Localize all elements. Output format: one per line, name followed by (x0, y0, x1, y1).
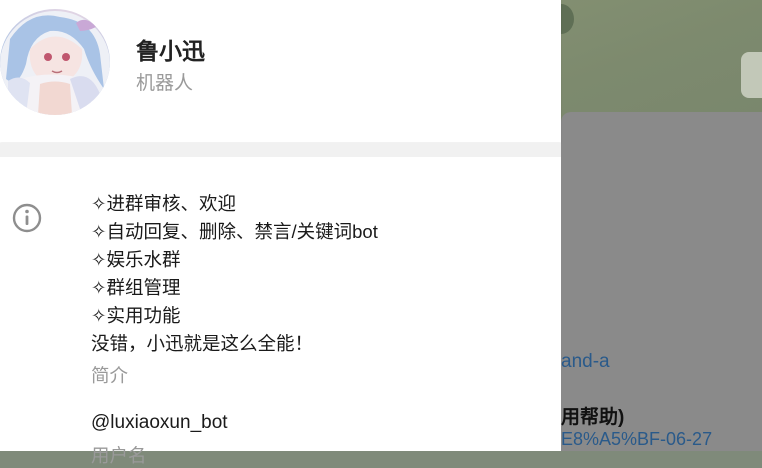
info-icon (12, 203, 42, 233)
chat-message-bubble (561, 112, 762, 451)
bio-text: ✧进群审核、欢迎 ✧自动回复、删除、禁言/关键词bot ✧娱乐水群 ✧群组管理 … (91, 190, 551, 358)
chat-side-button[interactable] (741, 52, 762, 98)
section-divider (0, 143, 561, 157)
bio-line: ✧进群审核、欢迎 (91, 193, 237, 214)
profile-name: 鲁小迅 (136, 39, 205, 65)
username-value[interactable]: @luxiaoxun_bot (91, 412, 228, 434)
chat-link-fragment[interactable]: and-a (561, 351, 610, 373)
bio-line: 没错，小迅就是这么全能！ (91, 333, 314, 354)
chat-bold-text: 用帮助) (561, 407, 625, 428)
username-label: 用户名 (91, 445, 147, 466)
bio-line: ✧群组管理 (91, 277, 181, 298)
bio-line: ✧实用功能 (91, 305, 181, 326)
profile-header: 鲁小迅 机器人 (0, 0, 561, 142)
chat-link-fragment-2[interactable]: E8%A5%BF-06-27 (561, 429, 712, 450)
avatar-image (0, 11, 110, 115)
profile-type-label: 机器人 (136, 72, 194, 94)
bio-label: 简介 (91, 365, 129, 386)
profile-info-panel: 鲁小迅 机器人 ✧进群审核、欢迎 ✧自动回复、删除、禁言/关键词bot ✧娱乐水… (0, 0, 561, 466)
bio-line: ✧自动回复、删除、禁言/关键词bot (91, 221, 378, 242)
bio-line: ✧娱乐水群 (91, 249, 181, 270)
avatar[interactable] (0, 9, 110, 115)
